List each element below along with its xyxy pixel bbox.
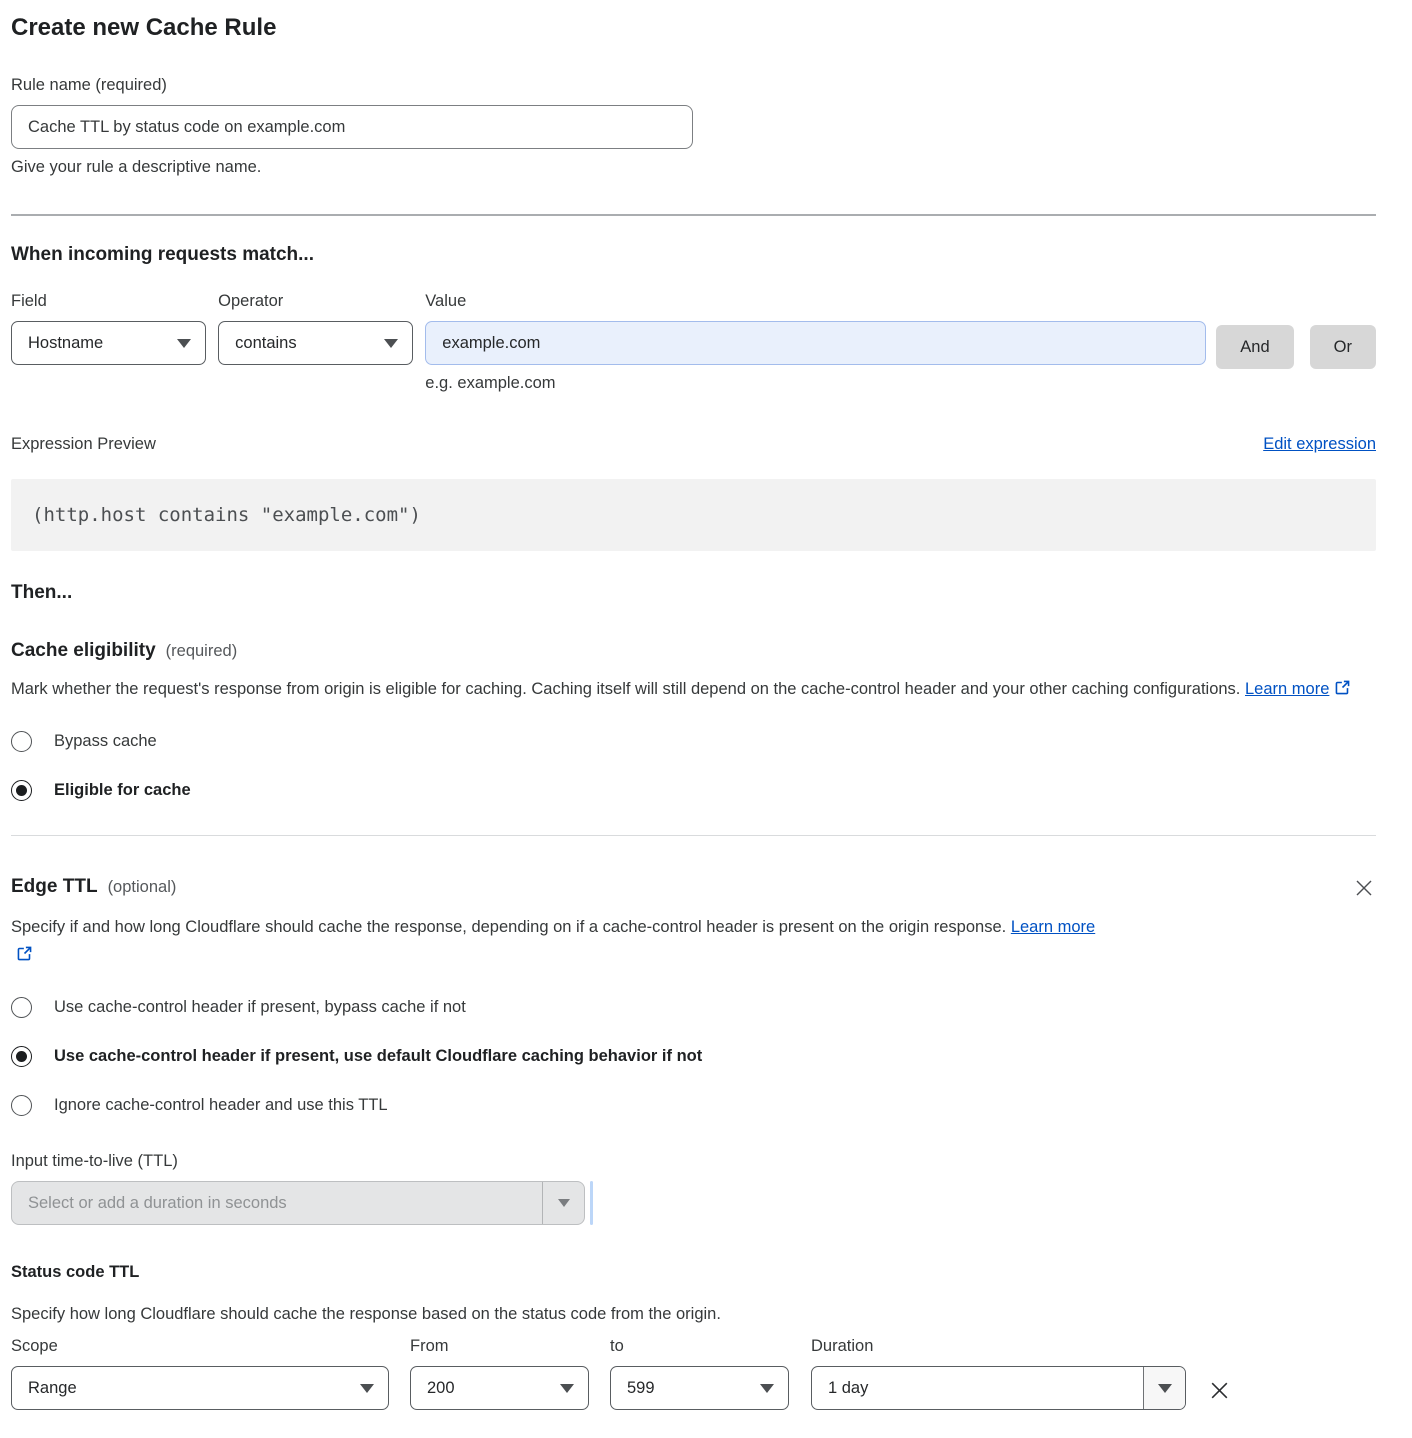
value-help: e.g. example.com	[425, 374, 1206, 393]
edge-ttl-learn-more-link[interactable]: Learn more	[1011, 918, 1095, 936]
scope-select[interactable]: Range	[11, 1366, 389, 1410]
radio-option-bypass-cache[interactable]: Bypass cache	[11, 731, 1376, 752]
or-button[interactable]: Or	[1310, 325, 1376, 369]
to-select[interactable]: 599	[610, 1366, 789, 1410]
scope-label: Scope	[11, 1337, 389, 1356]
from-select-value: 200	[427, 1379, 455, 1398]
scope-select-value: Range	[28, 1379, 77, 1398]
close-icon	[1354, 878, 1374, 898]
expression-code-block: (http.host contains "example.com")	[11, 479, 1376, 551]
field-label: Field	[11, 292, 206, 311]
radio-option-use-header-default[interactable]: Use cache-control header if present, use…	[11, 1046, 1376, 1067]
rule-name-input[interactable]	[11, 105, 693, 149]
radio-icon[interactable]	[11, 997, 32, 1018]
radio-option-label: Eligible for cache	[54, 781, 191, 800]
operator-select[interactable]: contains	[218, 321, 413, 365]
chevron-down-icon	[384, 339, 398, 348]
external-link-icon	[1334, 679, 1351, 696]
radio-option-label: Use cache-control header if present, byp…	[54, 998, 466, 1017]
edge-ttl-qualifier: (optional)	[108, 878, 177, 896]
radio-option-label: Ignore cache-control header and use this…	[54, 1096, 388, 1115]
to-select-value: 599	[627, 1379, 655, 1398]
radio-icon[interactable]	[11, 1095, 32, 1116]
from-select[interactable]: 200	[410, 1366, 589, 1410]
expression-code: (http.host contains "example.com")	[32, 504, 421, 526]
external-link-icon	[16, 945, 33, 962]
ttl-duration-select[interactable]: Select or add a duration in seconds	[11, 1181, 585, 1225]
value-input[interactable]	[425, 321, 1206, 365]
operator-label: Operator	[218, 292, 413, 311]
remove-edge-ttl-button[interactable]	[1352, 876, 1376, 900]
close-icon	[1208, 1379, 1231, 1402]
cache-eligibility-heading: Cache eligibility	[11, 640, 156, 661]
radio-selected-icon[interactable]	[11, 1046, 32, 1067]
expression-header: Expression Preview Edit expression	[11, 435, 1376, 454]
ttl-select-highlight	[590, 1181, 593, 1225]
section-divider	[11, 835, 1376, 836]
chevron-down-icon	[760, 1384, 774, 1393]
from-label: From	[410, 1337, 589, 1356]
operator-select-value: contains	[235, 334, 296, 353]
edit-expression-link[interactable]: Edit expression	[1263, 435, 1376, 454]
status-code-ttl-description: Specify how long Cloudflare should cache…	[11, 1305, 1376, 1324]
radio-option-label: Bypass cache	[54, 732, 157, 751]
chevron-down-icon	[360, 1384, 374, 1393]
duration-value: 1 day	[812, 1367, 1143, 1409]
radio-option-eligible-for-cache[interactable]: Eligible for cache	[11, 780, 1376, 801]
rule-name-help: Give your rule a descriptive name.	[11, 158, 1376, 177]
create-cache-rule-form: Create new Cache Rule Rule name (require…	[0, 0, 1412, 1438]
edge-ttl-description: Specify if and how long Cloudflare shoul…	[11, 913, 1116, 969]
cache-eligibility-description: Mark whether the request's response from…	[11, 675, 1356, 703]
then-heading: Then...	[11, 582, 1376, 604]
field-select-value: Hostname	[28, 334, 103, 353]
ttl-select-placeholder: Select or add a duration in seconds	[12, 1182, 542, 1224]
rule-name-label: Rule name (required)	[11, 76, 1376, 95]
and-button[interactable]: And	[1216, 325, 1293, 369]
edge-ttl-header: Edge TTL (optional)	[11, 876, 1376, 900]
field-select[interactable]: Hostname	[11, 321, 206, 365]
radio-selected-icon[interactable]	[11, 780, 32, 801]
page-title: Create new Cache Rule	[11, 14, 1376, 42]
radio-option-label: Use cache-control header if present, use…	[54, 1047, 702, 1066]
chevron-down-icon	[1158, 1384, 1172, 1393]
edge-ttl-heading: Edge TTL	[11, 876, 98, 897]
status-code-ttl-row: Scope Range From 200 to 599 Duration 1 d…	[11, 1337, 1376, 1410]
ttl-input-label: Input time-to-live (TTL)	[11, 1152, 1376, 1171]
duration-caret-button[interactable]	[1143, 1367, 1185, 1409]
status-code-ttl-heading: Status code TTL	[11, 1263, 1376, 1282]
radio-icon[interactable]	[11, 731, 32, 752]
match-condition-row: Field Hostname Operator contains Value e…	[11, 292, 1376, 393]
cache-eligibility-qualifier: (required)	[166, 642, 238, 660]
match-section-heading: When incoming requests match...	[11, 244, 1376, 266]
radio-option-ignore-header[interactable]: Ignore cache-control header and use this…	[11, 1095, 1376, 1116]
value-label: Value	[425, 292, 1206, 311]
radio-option-use-header-bypass[interactable]: Use cache-control header if present, byp…	[11, 997, 1376, 1018]
duration-label: Duration	[811, 1337, 1186, 1356]
chevron-down-icon	[558, 1199, 570, 1207]
chevron-down-icon	[560, 1384, 574, 1393]
ttl-select-caret-button[interactable]	[542, 1182, 584, 1224]
chevron-down-icon	[177, 339, 191, 348]
cache-eligibility-learn-more-link[interactable]: Learn more	[1245, 680, 1329, 698]
to-label: to	[610, 1337, 789, 1356]
section-divider	[11, 214, 1376, 216]
expression-preview-label: Expression Preview	[11, 435, 156, 454]
duration-combobox[interactable]: 1 day	[811, 1366, 1186, 1410]
remove-status-code-row-button[interactable]	[1208, 1379, 1231, 1402]
